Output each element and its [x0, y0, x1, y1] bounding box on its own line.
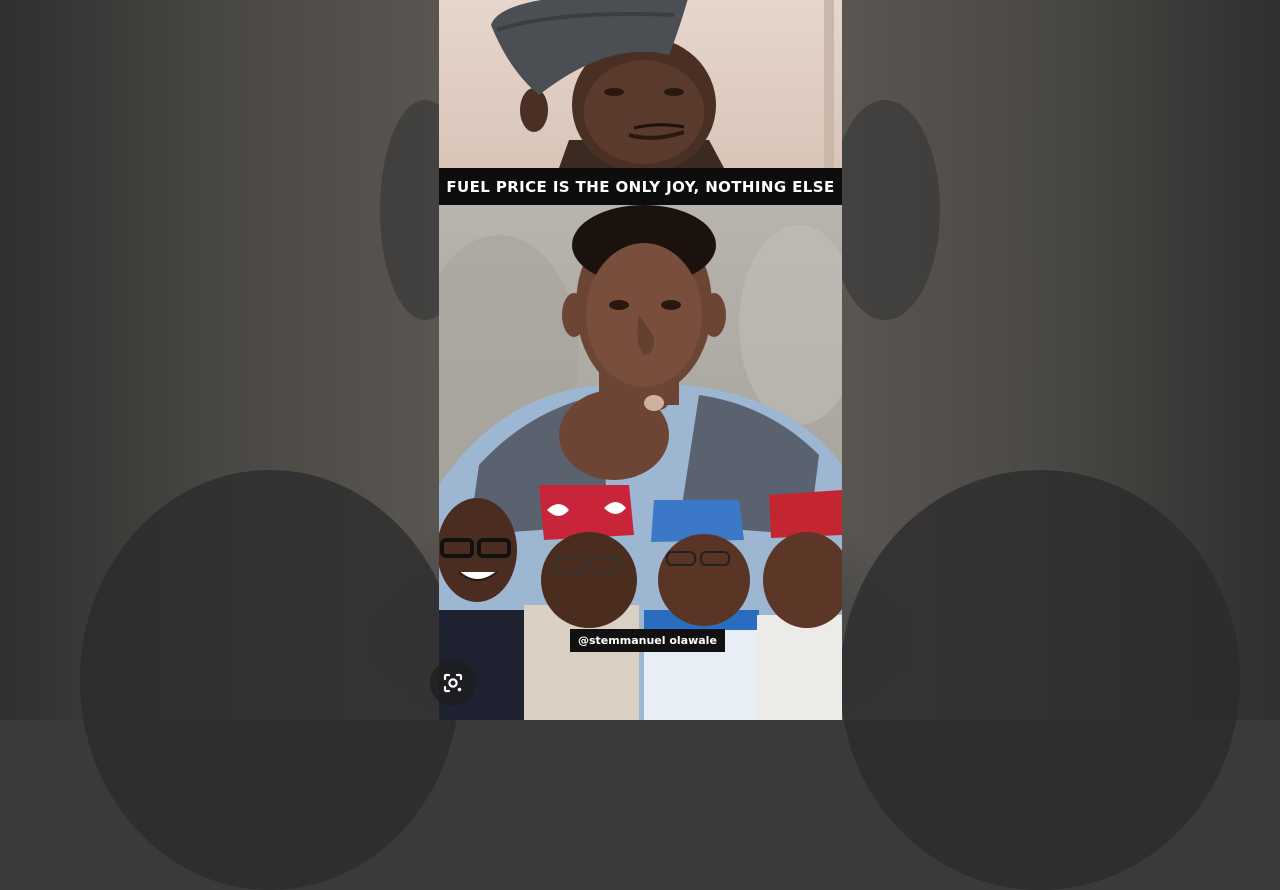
interviewee-portrait	[491, 0, 724, 168]
politician-portrait-2	[524, 485, 639, 720]
politician-portrait-4	[757, 490, 842, 720]
image-search-button[interactable]	[430, 660, 476, 706]
google-lens-icon	[443, 673, 463, 693]
video-caption: FUEL PRICE IS THE ONLY JOY, NOTHING ELSE	[439, 168, 842, 205]
politician-portrait-3	[644, 500, 759, 720]
creator-handle-watermark: @stemmanuel olawale	[570, 629, 725, 652]
video-top-panel	[439, 0, 842, 168]
background-blurred-figure	[840, 470, 1240, 890]
background-blurred-head	[830, 100, 940, 320]
background-blurred-figure	[80, 470, 460, 890]
video-player[interactable]: FUEL PRICE IS THE ONLY JOY, NOTHING ELSE	[439, 0, 842, 720]
politicians-composite	[439, 485, 842, 720]
